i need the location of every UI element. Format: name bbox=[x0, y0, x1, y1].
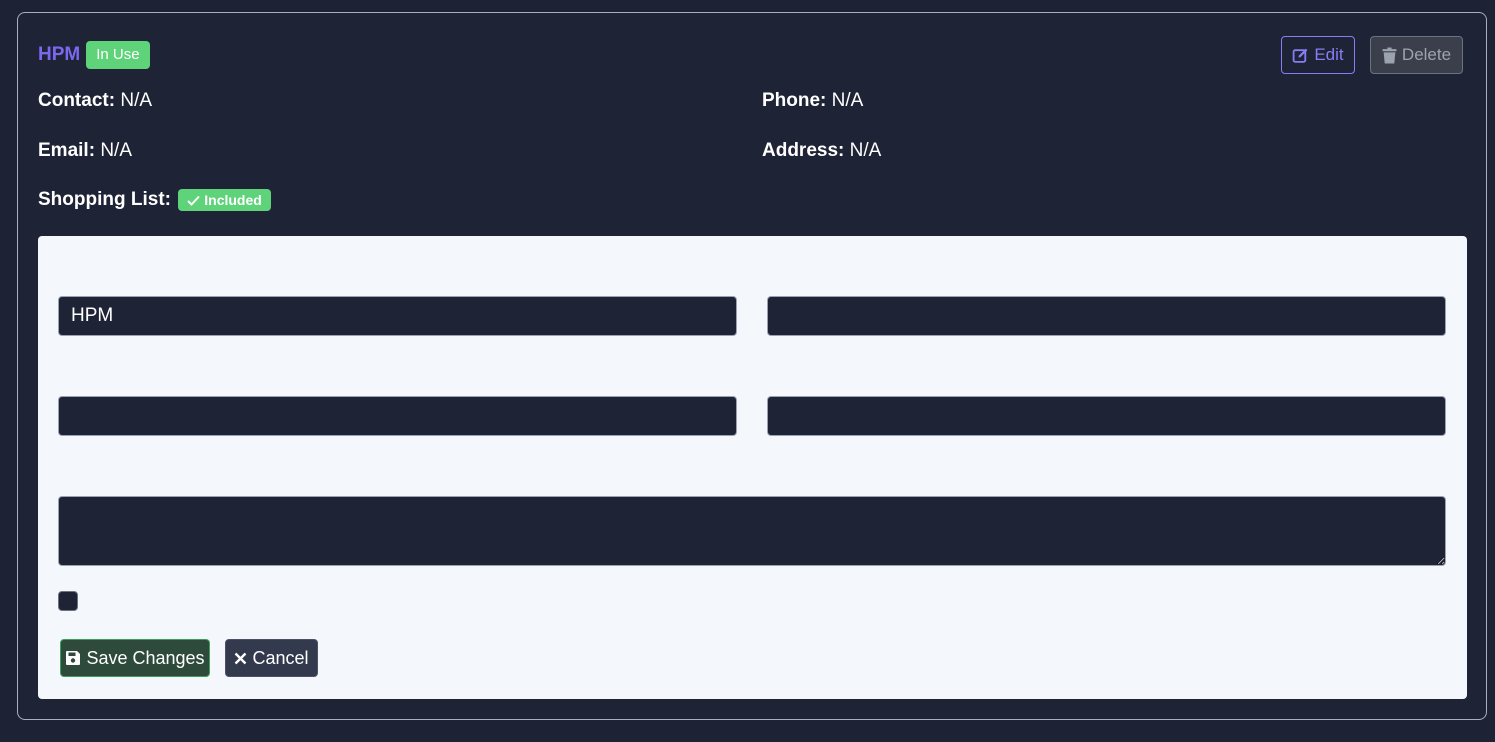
edit-label: Edit bbox=[1314, 45, 1344, 64]
edit-icon bbox=[1292, 47, 1309, 64]
vendor-title-row: HPM In Use bbox=[38, 41, 150, 69]
delete-label: Delete bbox=[1401, 45, 1452, 64]
status-badge: In Use bbox=[86, 41, 150, 69]
name-input[interactable] bbox=[58, 296, 737, 336]
address-value: N/A bbox=[849, 140, 882, 161]
contact-label: Contact: bbox=[38, 90, 116, 111]
email-field: Email: N/A bbox=[38, 140, 132, 162]
cancel-label: Cancel bbox=[252, 647, 309, 668]
save-button[interactable]: Save Changes bbox=[60, 639, 210, 677]
save-label: Save Changes bbox=[86, 647, 205, 668]
edit-form: Save Changes Cancel bbox=[38, 236, 1467, 699]
address-label: Address: bbox=[762, 140, 845, 161]
email-value: N/A bbox=[100, 140, 132, 161]
contact-field: Contact: N/A bbox=[38, 90, 152, 112]
contact-value: N/A bbox=[120, 90, 153, 111]
vendor-card: HPM In Use Edit Delete Contact: N/A Phon… bbox=[17, 12, 1487, 720]
trash-icon bbox=[1382, 47, 1397, 64]
shopping-list-label: Shopping List: bbox=[38, 189, 171, 211]
phone-input[interactable] bbox=[767, 396, 1446, 436]
included-badge: Included bbox=[178, 189, 271, 211]
address-field: Address: N/A bbox=[762, 140, 881, 162]
shopping-list-checkbox[interactable] bbox=[58, 591, 78, 611]
phone-value: N/A bbox=[831, 90, 864, 111]
save-icon bbox=[65, 650, 81, 666]
vendor-name: HPM bbox=[38, 44, 81, 65]
delete-button[interactable]: Delete bbox=[1370, 36, 1463, 74]
edit-button[interactable]: Edit bbox=[1281, 36, 1355, 74]
contact-input[interactable] bbox=[767, 296, 1446, 336]
shopping-list-field: Shopping List: Included bbox=[38, 189, 271, 211]
included-badge-label: Included bbox=[204, 192, 262, 208]
cancel-button[interactable]: Cancel bbox=[225, 639, 318, 677]
email-input[interactable] bbox=[58, 396, 737, 436]
email-label: Email: bbox=[38, 140, 96, 161]
address-textarea[interactable] bbox=[58, 496, 1446, 566]
close-icon bbox=[234, 652, 247, 665]
check-icon bbox=[187, 195, 200, 206]
phone-label: Phone: bbox=[762, 90, 827, 111]
phone-field: Phone: N/A bbox=[762, 90, 863, 112]
